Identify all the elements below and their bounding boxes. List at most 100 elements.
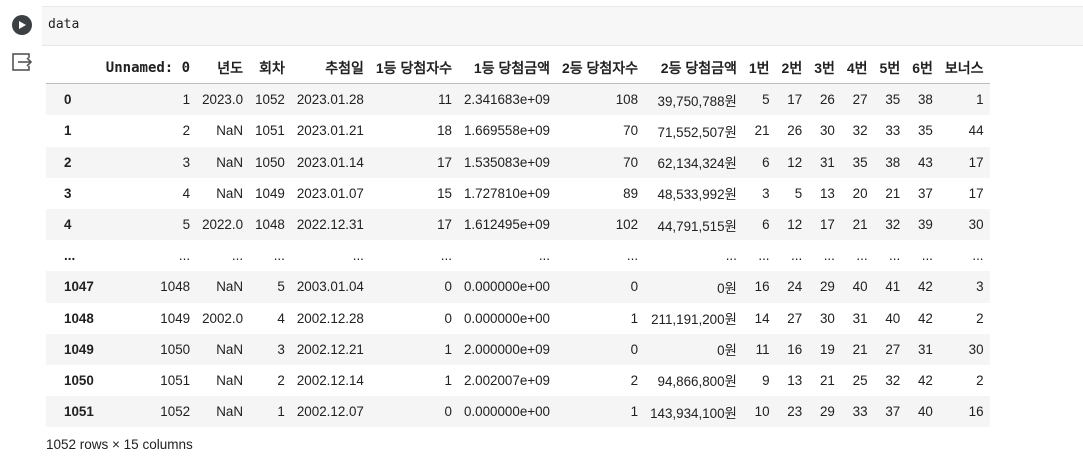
table-cell: 9 <box>762 372 770 388</box>
table-cell: 41 <box>885 279 901 295</box>
table-cell: 2023.01.07 <box>296 185 364 201</box>
row-index: 3 <box>64 185 72 201</box>
table-cell: 2002.12.28 <box>296 310 364 326</box>
table-cell: 21 <box>852 341 868 357</box>
table-cell: NaN <box>216 185 244 201</box>
column-header: 추첨일 <box>290 52 370 85</box>
table-cell: 17 <box>968 185 984 201</box>
table-cell: 42 <box>917 279 933 295</box>
table-cell: 31 <box>852 310 868 326</box>
table-cell: 2 <box>976 310 984 326</box>
table-cell: 2 <box>630 372 639 388</box>
table-row: 1 2 NaN 1051 2023.01.21 18 1.669558e+09 70 71,55… <box>46 115 990 146</box>
table-cell: 1049 <box>255 185 285 201</box>
table-cell: 32 <box>852 123 868 139</box>
table-cell: 29 <box>819 404 835 420</box>
table-cell: 12 <box>787 154 803 170</box>
output-arrow-icon <box>12 53 33 71</box>
table-row: 0 1 2023.0 1052 2023.01.28 11 2.341683e+09 108 3… <box>46 83 990 116</box>
column-header: 1번 <box>742 52 776 85</box>
table-cell: 102 <box>615 217 639 233</box>
table-cell: 0 <box>630 279 639 295</box>
table-cell: 2023.01.14 <box>296 154 364 170</box>
table-cell: 21 <box>819 372 835 388</box>
table-cell: 2023.01.21 <box>296 123 364 139</box>
table-cell: 1050 <box>160 341 191 357</box>
table-cell: 3 <box>277 341 285 357</box>
table-cell: 27 <box>787 310 803 326</box>
table-cell: 13 <box>787 372 803 388</box>
table-cell: 2022.12.31 <box>296 217 364 233</box>
code-text[interactable]: data <box>48 17 79 32</box>
row-index: 4 <box>64 217 72 233</box>
table-row: 3 4 NaN 1049 2023.01.07 15 1.727810e+09 89 48,53… <box>46 178 990 209</box>
table-cell: 5 <box>182 217 191 233</box>
table-cell: 39,750,788원 <box>657 93 737 109</box>
run-cell-button[interactable] <box>12 15 32 35</box>
table-cell: 6 <box>762 217 770 233</box>
table-cell: 11 <box>755 341 770 357</box>
table-cell: 35 <box>917 123 933 139</box>
table-cell: 0.000000e+00 <box>463 404 550 420</box>
table-cell: 70 <box>623 123 639 139</box>
table-cell: 43 <box>917 154 933 170</box>
output-menu-icon[interactable] <box>11 52 33 72</box>
table-cell: 108 <box>615 92 639 108</box>
table-cell: 1 <box>182 92 191 108</box>
table-cell: 16 <box>787 341 803 357</box>
table-cell: 1 <box>630 404 639 420</box>
column-header: 회차 <box>249 52 291 85</box>
table-cell: 62,134,324원 <box>657 156 737 172</box>
table-cell: 2023.0 <box>202 92 244 108</box>
table-cell: 38 <box>885 154 901 170</box>
row-index: 1050 <box>64 372 94 388</box>
row-index: ... <box>64 248 76 264</box>
table-cell: 12 <box>787 217 803 233</box>
table-cell: 30 <box>819 123 835 139</box>
table-cell: ... <box>921 248 933 264</box>
dataframe-table: Unnamed: 0 년도 회차 추첨일 1등 당첨자수 1등 당첨금액 2등 … <box>46 52 990 428</box>
table-cell: 35 <box>852 154 868 170</box>
table-row: 2 3 NaN 1050 2023.01.14 17 1.535083e+09 70 62,13… <box>46 146 990 178</box>
column-header: 1등 당첨자수 <box>369 52 458 85</box>
column-header: 년도 <box>196 52 250 85</box>
code-editor[interactable]: data <box>42 6 1083 46</box>
row-index: 2 <box>64 154 72 170</box>
column-header: Unnamed: 0 <box>99 52 197 85</box>
column-header: 5번 <box>873 52 907 85</box>
table-cell: 70 <box>623 154 639 170</box>
table-cell: ... <box>823 248 835 264</box>
dataframe-shape: 1052 rows × 15 columns <box>46 437 193 452</box>
table-cell: 2.341683e+09 <box>463 92 550 108</box>
table-row: 1050 1051 NaN 2 2002.12.14 1 2.002007e+09 2 94,8… <box>46 365 990 396</box>
table-cell: 40 <box>885 310 901 326</box>
table-cell: 2002.12.21 <box>296 341 364 357</box>
table-cell: 30 <box>968 341 984 357</box>
table-cell: 24 <box>787 279 803 295</box>
table-cell: 11 <box>438 92 452 108</box>
column-header: 보너스 <box>938 52 990 85</box>
table-cell: 37 <box>885 404 901 420</box>
table-cell: 33 <box>852 404 868 420</box>
table-cell: 5 <box>794 185 803 201</box>
table-cell: 1 <box>630 310 639 326</box>
table-cell: 44,791,515원 <box>657 218 737 234</box>
table-cell: 0원 <box>717 280 737 296</box>
table-cell: 17 <box>819 217 835 233</box>
table-cell: 13 <box>819 185 835 201</box>
table-cell: 3 <box>762 185 770 201</box>
table-cell: 4 <box>277 310 285 326</box>
table-cell: 0원 <box>717 343 737 359</box>
table-cell: 26 <box>787 123 803 139</box>
table-cell: 71,552,507원 <box>657 124 737 140</box>
column-header: 2등 당첨자수 <box>555 52 645 85</box>
table-cell: 2023.01.28 <box>296 92 364 108</box>
row-index: 1047 <box>64 279 94 295</box>
table-cell: ... <box>725 248 737 264</box>
table-cell: NaN <box>216 372 244 388</box>
table-cell: 29 <box>819 279 835 295</box>
table-cell: 2.002007e+09 <box>463 372 550 388</box>
notebook-cell: data Unnamed: 0 년도 회차 추첨일 1등 당첨자수 1등 당첨금… <box>0 0 1083 462</box>
table-cell: NaN <box>216 279 244 295</box>
table-cell: 6 <box>762 154 770 170</box>
